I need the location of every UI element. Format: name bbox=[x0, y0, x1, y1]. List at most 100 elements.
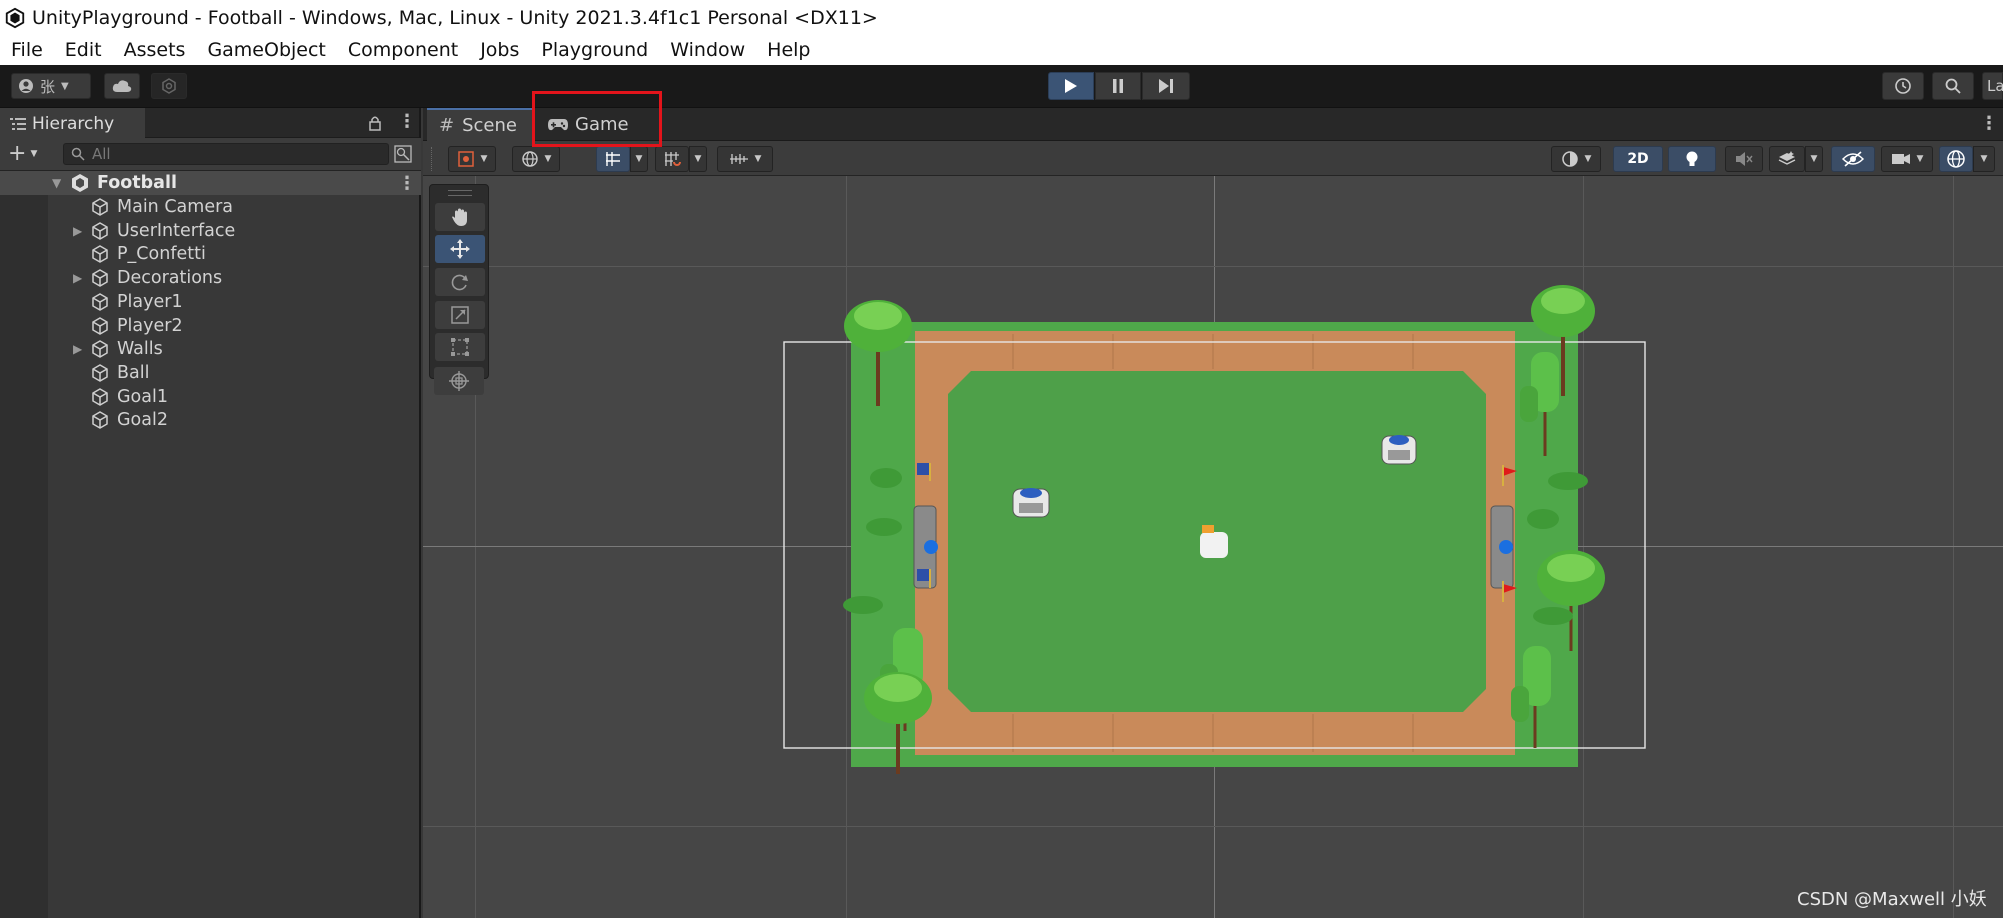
kebab-menu-icon[interactable]: ⋮ bbox=[398, 111, 416, 132]
view-grid-icon bbox=[606, 152, 620, 166]
view-options-dropdown[interactable]: ▼ bbox=[630, 146, 648, 172]
create-button[interactable]: + ▼ bbox=[8, 142, 48, 166]
tool-palette-grip bbox=[448, 190, 472, 196]
hierarchy-item-decorations[interactable]: ▶ Decorations bbox=[0, 266, 421, 290]
scene-visibility-toggle[interactable] bbox=[1831, 146, 1875, 172]
transform-tool-button[interactable] bbox=[434, 367, 484, 395]
hierarchy-item-label: Ball bbox=[117, 362, 150, 383]
main-toolbar: 张 ▼ La bbox=[0, 65, 2003, 108]
render-mode-dropdown[interactable]: ▼ bbox=[512, 146, 560, 172]
hierarchy-item-player2[interactable]: Player2 bbox=[0, 314, 421, 338]
toolbar-grip bbox=[431, 147, 434, 171]
snap-button[interactable] bbox=[655, 146, 689, 172]
effects-dropdown[interactable]: ▼ bbox=[1805, 146, 1823, 172]
menu-jobs[interactable]: Jobs bbox=[469, 39, 530, 61]
pause-button[interactable] bbox=[1095, 72, 1141, 100]
scale-tool-button[interactable] bbox=[435, 301, 485, 329]
menu-bar: File Edit Assets GameObject Component Jo… bbox=[0, 35, 2003, 65]
layers-dropdown[interactable]: La bbox=[1982, 72, 2003, 100]
player2-sprite[interactable] bbox=[1381, 435, 1417, 465]
history-button[interactable] bbox=[1882, 72, 1924, 100]
menu-assets[interactable]: Assets bbox=[113, 39, 197, 61]
increment-snap-dropdown[interactable]: ▼ bbox=[717, 146, 773, 172]
view-options-button[interactable] bbox=[596, 146, 630, 172]
account-label: 张 bbox=[40, 77, 56, 96]
shading-dropdown[interactable]: ▼ bbox=[1551, 146, 1601, 172]
chevron-down-icon: ▼ bbox=[61, 80, 69, 92]
menu-help[interactable]: Help bbox=[756, 39, 821, 61]
step-icon bbox=[1159, 79, 1173, 93]
hierarchy-item-p-confetti[interactable]: P_Confetti bbox=[0, 242, 421, 266]
hierarchy-item-goal1[interactable]: Goal1 bbox=[0, 385, 421, 409]
kebab-menu-icon[interactable]: ⋮ bbox=[398, 173, 416, 194]
gameobject-cube-icon bbox=[90, 221, 110, 241]
camera-dropdown[interactable]: ▼ bbox=[1881, 146, 1933, 172]
move-tool-button[interactable] bbox=[435, 235, 485, 263]
toggle-2d-button[interactable]: 2D bbox=[1613, 146, 1663, 172]
menu-file[interactable]: File bbox=[0, 39, 54, 61]
snap-dropdown[interactable]: ▼ bbox=[689, 146, 707, 172]
collab-button[interactable] bbox=[151, 73, 187, 99]
chevron-down-icon: ▼ bbox=[694, 154, 702, 164]
hand-tool-button[interactable] bbox=[435, 203, 485, 231]
expand-arrow-icon[interactable]: ▼ bbox=[52, 176, 61, 190]
hierarchy-item-label: Player2 bbox=[117, 315, 183, 336]
menu-playground[interactable]: Playground bbox=[530, 39, 659, 61]
hierarchy-item-goal2[interactable]: Goal2 bbox=[0, 408, 421, 432]
gameobject-cube-icon bbox=[90, 244, 110, 264]
tab-scene[interactable]: # Scene bbox=[427, 108, 535, 141]
step-button[interactable] bbox=[1142, 72, 1190, 100]
menu-gameobject[interactable]: GameObject bbox=[196, 39, 336, 61]
hierarchy-item-main-camera[interactable]: Main Camera bbox=[0, 195, 421, 219]
scene-visibility-icon[interactable] bbox=[394, 145, 412, 163]
gameobject-cube-icon bbox=[90, 197, 110, 217]
chevron-down-icon: ▼ bbox=[480, 154, 488, 164]
menu-edit[interactable]: Edit bbox=[54, 39, 113, 61]
move-icon bbox=[450, 239, 470, 259]
chevron-down-icon: ▼ bbox=[30, 149, 38, 159]
globe-icon bbox=[521, 151, 538, 167]
hierarchy-scene-root[interactable]: ▼ Football ⋮ bbox=[0, 171, 421, 195]
gizmos-dropdown[interactable]: ▼ bbox=[1973, 146, 1995, 172]
history-icon bbox=[1895, 78, 1911, 94]
effects-toggle[interactable] bbox=[1769, 146, 1805, 172]
menu-window[interactable]: Window bbox=[659, 39, 756, 61]
hierarchy-search-input[interactable]: All bbox=[63, 143, 389, 165]
chevron-down-icon: ▼ bbox=[1980, 154, 1988, 164]
rect-tool-button[interactable] bbox=[435, 333, 485, 361]
draw-mode-dropdown[interactable]: ▼ bbox=[448, 146, 496, 172]
hierarchy-item-ball[interactable]: Ball bbox=[0, 361, 421, 385]
lighting-toggle[interactable] bbox=[1668, 146, 1716, 172]
menu-component[interactable]: Component bbox=[337, 39, 469, 61]
scene-viewport[interactable] bbox=[423, 176, 2003, 918]
search-button[interactable] bbox=[1932, 72, 1974, 100]
expand-arrow-icon[interactable]: ▶ bbox=[73, 271, 82, 285]
scene-name: Football bbox=[97, 173, 177, 193]
pause-icon bbox=[1113, 79, 1123, 93]
list-icon bbox=[10, 118, 26, 130]
hierarchy-item-userinterface[interactable]: ▶ UserInterface bbox=[0, 219, 421, 243]
rotate-tool-button[interactable] bbox=[435, 268, 485, 296]
play-button[interactable] bbox=[1048, 72, 1094, 100]
account-dropdown[interactable]: 张 ▼ bbox=[11, 73, 91, 99]
football-field[interactable] bbox=[423, 176, 2003, 918]
unity-logo-icon bbox=[5, 7, 25, 28]
watermark-text: CSDN @Maxwell 小妖 bbox=[1797, 889, 1987, 910]
scale-icon bbox=[451, 306, 469, 324]
transform-icon bbox=[449, 371, 469, 391]
player1-sprite[interactable] bbox=[1012, 488, 1050, 518]
gameobject-cube-icon bbox=[90, 268, 110, 288]
expand-arrow-icon[interactable]: ▶ bbox=[73, 342, 82, 356]
gizmos-toggle[interactable] bbox=[1939, 146, 1973, 172]
gameobject-cube-icon bbox=[90, 339, 110, 359]
tab-hierarchy[interactable]: Hierarchy bbox=[0, 108, 145, 138]
hierarchy-item-walls[interactable]: ▶ Walls bbox=[0, 337, 421, 361]
expand-arrow-icon[interactable]: ▶ bbox=[73, 224, 82, 238]
hierarchy-item-player1[interactable]: Player1 bbox=[0, 290, 421, 314]
hierarchy-item-label: Goal2 bbox=[117, 410, 168, 431]
kebab-menu-icon[interactable]: ⋮ bbox=[1980, 113, 1998, 134]
cloud-button[interactable] bbox=[104, 73, 140, 99]
audio-toggle[interactable] bbox=[1725, 146, 1763, 172]
lock-icon[interactable] bbox=[368, 115, 382, 131]
speaker-mute-icon bbox=[1736, 152, 1753, 166]
